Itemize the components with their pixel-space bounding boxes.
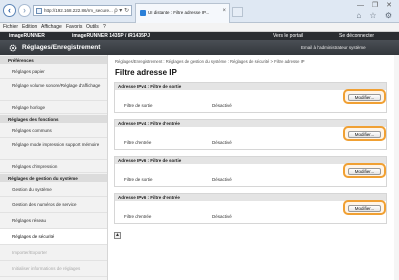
highlight-frame: Modifier... [343,163,386,178]
sidebar-item-import-export[interactable]: Importer/Exporter [0,245,107,261]
menu-view[interactable]: Affichage [41,24,62,30]
sidebar-item-network[interactable]: Réglages réseau [0,213,107,229]
setting-value: Désactivé [212,103,232,108]
menu-bar: Fichier Edition Affichage Favoris Outils… [0,23,399,32]
sidebar-item-common[interactable]: Réglages communs [0,125,107,138]
modify-button-ipv4-outbound[interactable]: Modifier... [348,94,381,101]
menu-help[interactable]: ? [103,24,106,30]
setting-label: Filtre de sortie [124,103,153,108]
tab-close-icon[interactable]: × [222,8,226,14]
portal-link[interactable]: Vers le portail [273,33,303,39]
browser-tab-bar: ‹ › http://192.168.222.86/rm_secure... ρ… [0,0,399,23]
home-favorites-settings-icons[interactable]: ⌂ ☆ ⚙ [356,11,395,20]
section-ipv6-inbound: Adresse IPv6 : Filtre d'entrée Filtre d'… [114,193,387,224]
sidebar-item-paper-settings[interactable]: Réglages papier [0,66,107,79]
page-scrollbar[interactable] [394,55,399,280]
settings-gear-icon [9,44,17,52]
sidebar-item-security[interactable]: Réglages de sécurité [0,229,107,245]
app-header: Réglages/Enregistrement Email à l'admini… [0,40,399,55]
window-controls[interactable]: — ❐ ✕ [357,1,395,9]
menu-tools[interactable]: Outils [86,24,99,30]
sidebar-item-clock[interactable]: Réglage horloge [0,101,107,114]
modify-button-ipv6-inbound[interactable]: Modifier... [348,205,381,212]
sidebar-heading-system: Réglages de gestion du système [0,174,107,182]
page-icon [36,8,42,14]
address-actions-icon[interactable]: ρ ▾ ↻ [114,7,129,14]
browser-tab[interactable]: UI distante : Filtre adresse IP... × [135,3,230,23]
modify-button-ipv4-inbound[interactable]: Modifier... [348,131,381,138]
new-tab-button[interactable] [232,7,243,17]
menu-favorites[interactable]: Favoris [66,24,82,30]
brand-name: imageRUNNER [9,33,45,39]
section-ipv4-inbound: Adresse IPv4 : Filtre d'entrée Filtre d'… [114,119,387,150]
setting-value: Désactivé [212,177,232,182]
highlight-frame: Modifier... [343,89,386,104]
sidebar-item-system-management[interactable]: Gestion du système [0,184,107,197]
back-button[interactable]: ‹ [3,4,16,17]
address-url[interactable]: http://192.168.222.86/rm_secure... [44,8,113,13]
setting-label: Filtre de sortie [124,177,153,182]
sidebar-item-print-settings[interactable]: Réglages d'impression [0,160,107,173]
sidebar-item-initialize[interactable]: Initialiser informations de réglages [0,261,107,277]
sidebar-item-department-id[interactable]: Gestion des numéros de service [0,197,107,213]
sidebar-heading-functions: Réglages des fonctions [0,115,107,123]
setting-value: Désactivé [212,214,232,219]
app-title: Réglages/Enregistrement [22,44,101,51]
address-bar[interactable]: http://192.168.222.86/rm_secure... ρ ▾ ↻ [33,5,132,16]
section-ipv4-outbound: Adresse IPv4 : Filtre de sortie Filtre d… [114,82,387,113]
highlight-frame: Modifier... [343,126,386,141]
setting-value: Désactivé [212,140,232,145]
setting-label: Filtre d'entrée [124,140,152,145]
page-title: Filtre adresse IP [115,68,177,77]
sidebar-item-volume-display[interactable]: Réglage volume sonore/Réglage d'affichag… [0,79,107,101]
breadcrumb: Réglages/Enregistrement : Réglages de ge… [115,59,305,64]
menu-edit[interactable]: Edition [22,24,37,30]
tab-title: UI distante : Filtre adresse IP... [148,10,210,15]
admin-email-link[interactable]: Email à l'administrateur système [301,45,366,50]
sidebar: Préférences Réglages papier Réglage volu… [0,55,108,280]
device-model: imageRUNNER 1435P / iR1435PJ [72,33,151,39]
logout-link[interactable]: Se déconnecter [339,33,374,39]
highlight-frame: Modifier... [343,200,386,215]
forward-button[interactable]: › [18,4,31,17]
back-to-top-icon[interactable]: ▲ [114,232,121,239]
setting-label: Filtre d'entrée [124,214,152,219]
sidebar-heading-preferences: Préférences [0,56,107,64]
tab-favicon-icon [140,10,146,16]
sidebar-item-media-print[interactable]: Réglage mode impression support mémoire [0,138,107,160]
section-ipv6-outbound: Adresse IPv6 : Filtre de sortie Filtre d… [114,156,387,187]
device-header: imageRUNNER imageRUNNER 1435P / iR1435PJ… [0,32,399,40]
modify-button-ipv6-outbound[interactable]: Modifier... [348,168,381,175]
menu-file[interactable]: Fichier [3,24,18,30]
